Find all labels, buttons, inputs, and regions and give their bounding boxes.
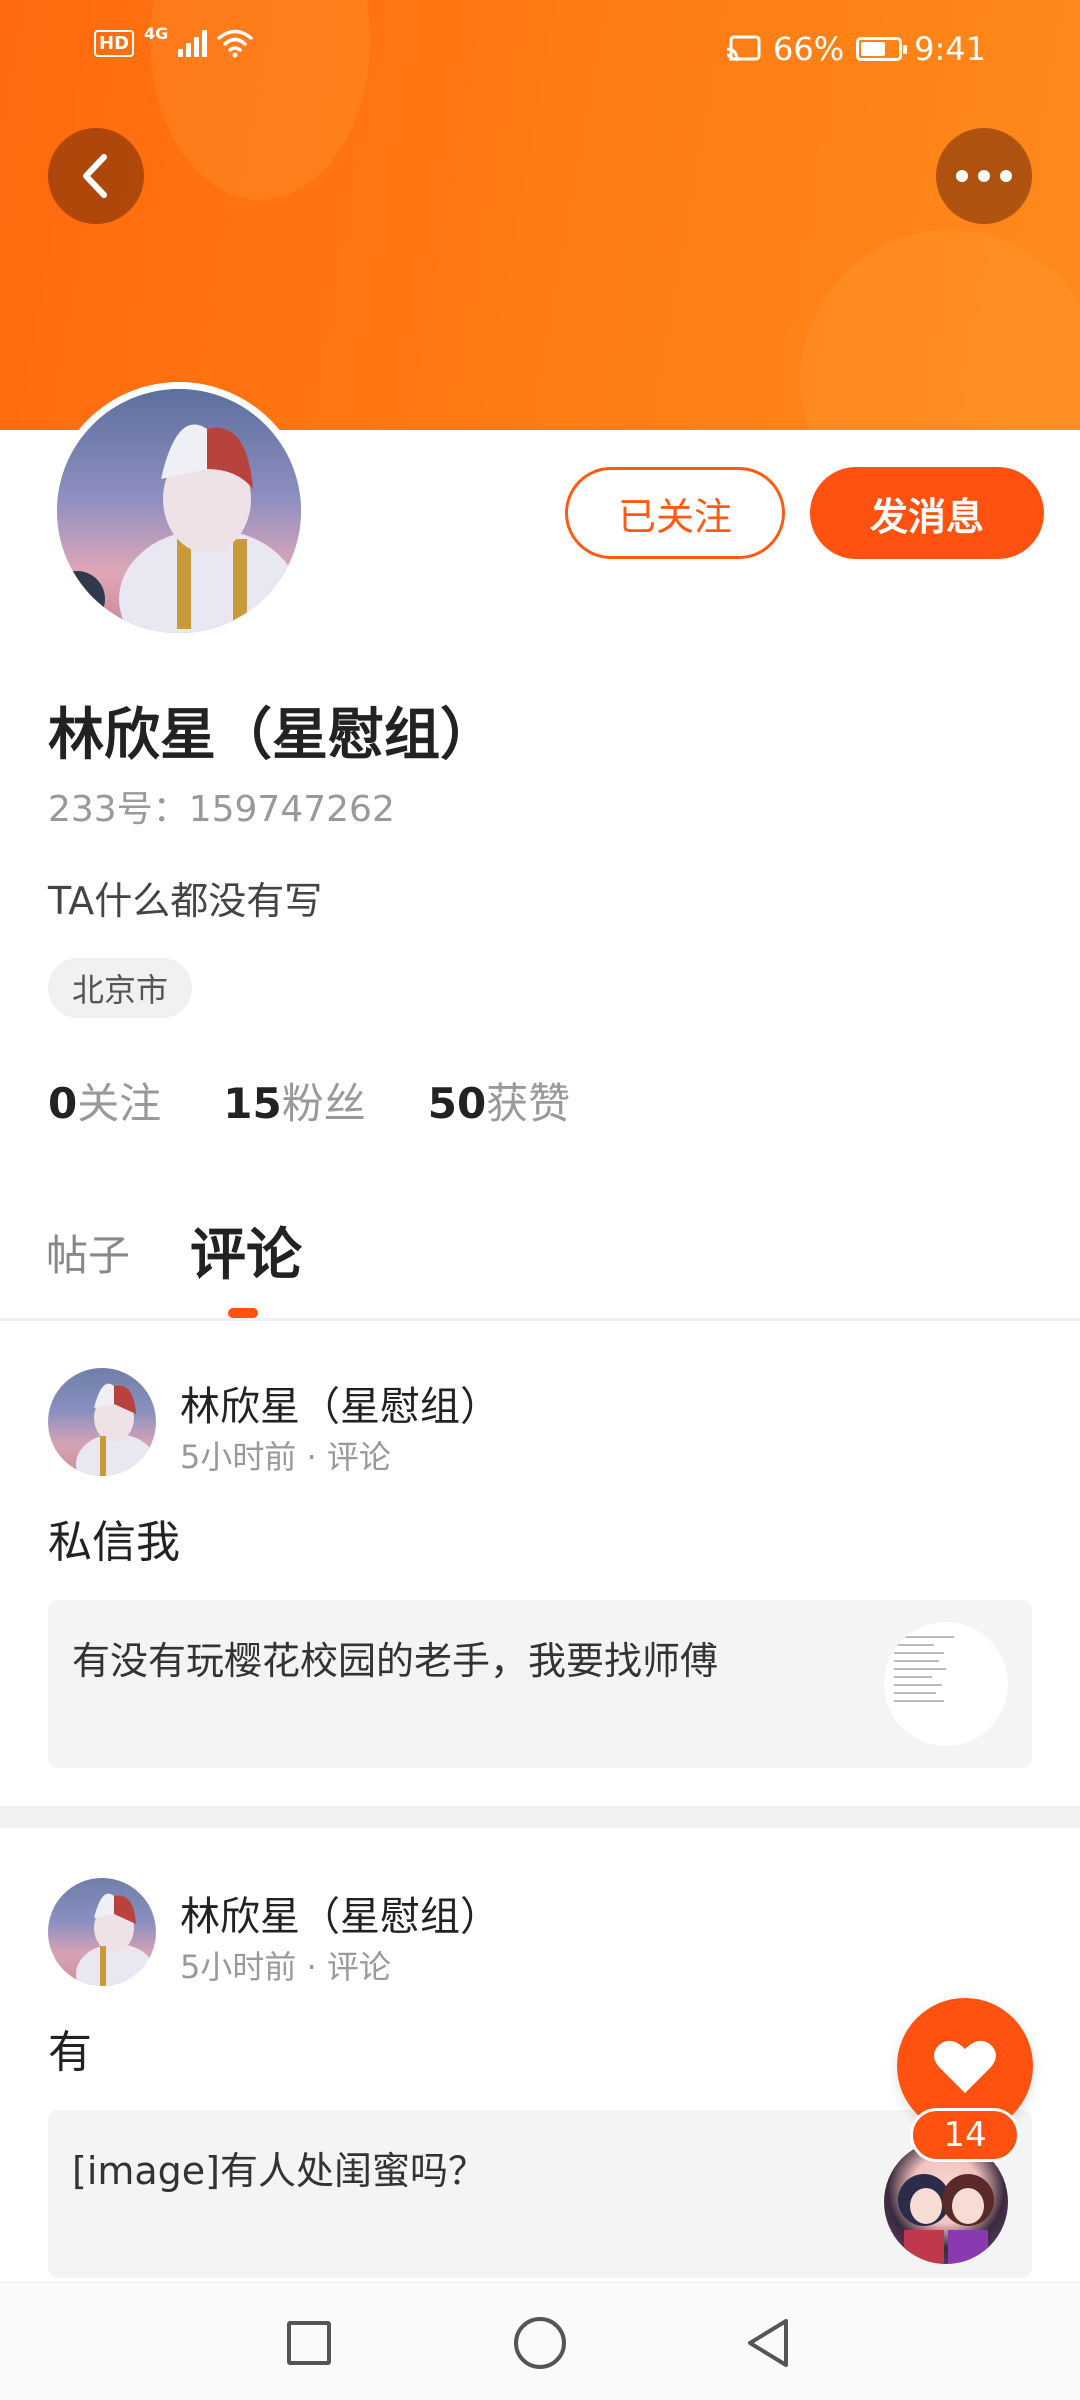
stat-number: 15 <box>223 1079 282 1128</box>
comment-text: 有 <box>48 2027 92 2078</box>
back-nav-button[interactable] <box>744 2317 792 2369</box>
comment-meta: 5小时前 · 评论 <box>180 1438 391 1476</box>
profile-id: 233号：159747262 <box>48 789 395 830</box>
quoted-post-text: 有没有玩樱花校园的老手，我要找师傅 <box>72 1639 719 1683</box>
recent-apps-button[interactable] <box>287 2321 331 2365</box>
quoted-post-thumbnail <box>884 1622 1008 1746</box>
stat-number: 0 <box>48 1079 78 1128</box>
chevron-left-icon <box>83 154 107 198</box>
signal-icon <box>178 29 208 57</box>
network-type: 4G <box>144 23 169 43</box>
tab-comments[interactable]: 评论 <box>190 1210 302 1291</box>
stat-likes[interactable]: 50获赞 <box>428 1070 570 1131</box>
comment-author[interactable]: 林欣星（星慰组） <box>180 1884 500 1942</box>
quoted-post[interactable]: [image]有人处闺蜜吗？ <box>48 2110 1032 2278</box>
status-bar: HD 4G 66% 9:41 <box>0 0 1080 100</box>
battery-percent: 66% <box>773 30 845 68</box>
like-count-badge: 14 <box>910 2108 1020 2162</box>
comment-meta: 5小时前 · 评论 <box>180 1948 391 1986</box>
banner-decoration <box>800 230 1080 430</box>
avatar[interactable] <box>48 1878 156 1986</box>
system-nav-bar <box>0 2282 1080 2400</box>
stat-followers[interactable]: 15粉丝 <box>223 1070 365 1131</box>
stat-label: 关注 <box>77 1079 162 1128</box>
heart-icon <box>934 2040 996 2093</box>
quoted-post[interactable]: 有没有玩樱花校园的老手，我要找师傅 <box>48 1600 1032 1768</box>
comment-author[interactable]: 林欣星（星慰组） <box>180 1374 500 1432</box>
profile-bio: TA什么都没有写 <box>48 879 323 923</box>
stat-number: 50 <box>427 1079 487 1128</box>
avatar-illustration <box>57 389 301 633</box>
profile-name: 林欣星（星慰组） <box>48 703 496 768</box>
hd-badge: HD <box>94 29 135 57</box>
wifi-icon <box>217 29 254 58</box>
tab-active-indicator <box>228 1308 258 1318</box>
home-button[interactable] <box>514 2317 566 2369</box>
more-button[interactable] <box>936 128 1032 224</box>
profile-avatar[interactable] <box>50 382 308 640</box>
comment-text: 私信我 <box>48 1517 180 1568</box>
quoted-post-text: [image]有人处闺蜜吗？ <box>72 2149 487 2193</box>
location-tag: 北京市 <box>48 958 193 1018</box>
stat-label: 获赞 <box>486 1079 571 1128</box>
back-button[interactable] <box>48 128 144 224</box>
profile-stats: 0关注 15粉丝 50获赞 <box>48 1070 570 1131</box>
send-message-button[interactable]: 发消息 <box>810 467 1044 559</box>
avatar-illustration <box>76 1893 156 1986</box>
stat-following[interactable]: 0关注 <box>48 1070 161 1131</box>
avatar-illustration <box>76 1383 156 1476</box>
content-tabs: 帖子 评论 <box>0 1210 1080 1320</box>
cast-icon <box>726 35 761 62</box>
section-separator <box>0 1806 1080 1828</box>
comment-card[interactable]: 林欣星（星慰组） 5小时前 · 评论 私信我 有没有玩樱花校园的老手，我要找师傅 <box>0 1368 1080 1768</box>
clock: 9:41 <box>914 30 986 68</box>
tab-posts[interactable]: 帖子 <box>46 1222 130 1283</box>
avatar[interactable] <box>48 1368 156 1476</box>
more-dots-icon <box>956 170 1012 182</box>
stat-label: 粉丝 <box>281 1079 366 1128</box>
divider <box>0 1318 1080 1321</box>
battery-icon <box>856 37 908 61</box>
followed-button[interactable]: 已关注 <box>565 467 785 559</box>
